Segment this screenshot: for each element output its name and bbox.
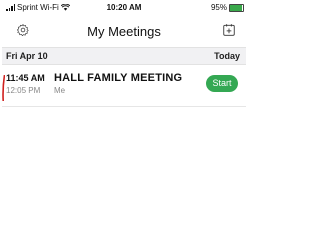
battery-percent: 95%	[210, 3, 227, 12]
status-time: 10:20 AM	[106, 3, 142, 12]
start-meeting-button[interactable]: Start	[206, 75, 238, 92]
meeting-row[interactable]: 11:45 AM 12:05 PM HALL FAMILY MEETING Me…	[2, 64, 246, 107]
nav-header: My Meetings	[2, 18, 246, 44]
section-date: Fri Apr 10	[6, 51, 48, 61]
battery-icon	[229, 3, 244, 12]
meeting-start-time: 11:45 AM	[6, 73, 45, 83]
calendar-add-icon[interactable]	[222, 23, 236, 37]
section-relative-day: Today	[214, 51, 240, 61]
app-screen: Sprint Wi-Fi 10:20 AM 95% My Meetings Fr…	[2, 0, 246, 244]
battery-info: 95%	[211, 3, 244, 12]
date-section-header: Fri Apr 10 Today	[2, 47, 246, 65]
annotation-mark	[2, 75, 5, 101]
meeting-title: HALL FAMILY MEETING	[54, 72, 183, 84]
meeting-host: Me	[54, 86, 66, 95]
status-bar: Sprint Wi-Fi 10:20 AM 95%	[2, 0, 246, 16]
page-title: My Meetings	[87, 24, 161, 39]
meeting-end-time: 12:05 PM	[6, 86, 41, 95]
